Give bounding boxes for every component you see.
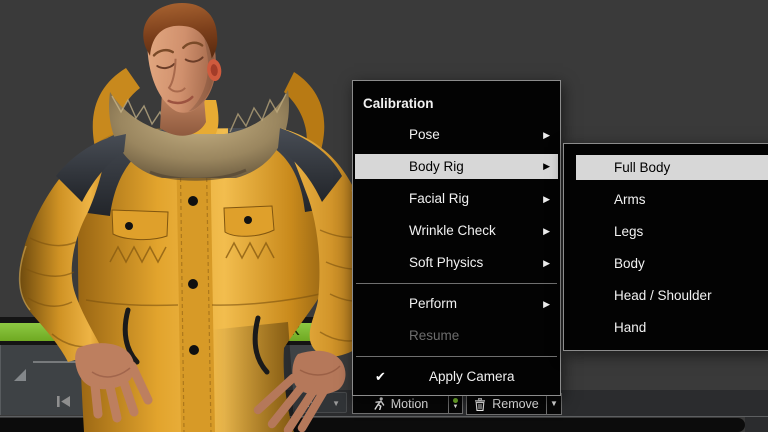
- skip-to-start-button[interactable]: [51, 393, 77, 409]
- corner-patch: [745, 417, 768, 432]
- submenu-arrow-icon: ▶: [543, 247, 550, 279]
- submenu-arrow-icon: ▶: [543, 119, 550, 151]
- chevron-down-icon: ▼: [332, 393, 340, 414]
- submenu-arrow-icon: ▶: [543, 288, 550, 320]
- submenu-item-head-shoulder[interactable]: Head / Shoulder: [564, 280, 768, 312]
- play-button[interactable]: [103, 393, 129, 409]
- motion-dropdown-button[interactable]: ▼: [448, 393, 463, 414]
- menu-item-resume: Resume: [353, 320, 560, 352]
- menu-separator: [356, 283, 557, 284]
- submenu-arrow-icon: ▶: [543, 215, 550, 247]
- timeline-scrubber[interactable]: [9, 349, 139, 391]
- chevron-down-icon: ▼: [550, 400, 558, 408]
- submenu-item-body[interactable]: Body: [564, 248, 768, 280]
- menu-item-soft-physics[interactable]: Soft Physics ▶: [353, 247, 560, 279]
- play-icon: [110, 394, 123, 408]
- motion-button-label: Motion: [391, 397, 429, 411]
- menu-item-apply-camera[interactable]: ✔ Apply Camera: [353, 361, 560, 393]
- motion-run-icon: [373, 397, 385, 410]
- menu-item-body-rig[interactable]: Body Rig ▶: [353, 151, 560, 183]
- rewind-icon: [85, 395, 103, 408]
- menu-item-wrinkle-check[interactable]: Wrinkle Check ▶: [353, 215, 560, 247]
- green-status-dot: [453, 398, 458, 403]
- menu-item-perform[interactable]: Perform ▶: [353, 288, 560, 320]
- timeline-clip[interactable]: :K: [0, 323, 352, 341]
- motion-button[interactable]: Motion: [352, 393, 449, 414]
- submenu-item-full-body[interactable]: Full Body: [576, 152, 768, 184]
- calibration-context-menu: Calibration Pose ▶ Body Rig ▶ Facial Rig…: [352, 80, 561, 396]
- check-icon: ✔: [375, 361, 386, 393]
- submenu-item-hand[interactable]: Hand: [564, 312, 768, 344]
- playback-speed-dropdown[interactable]: 1x ▼: [293, 392, 347, 413]
- timeline-track[interactable]: :K: [0, 317, 352, 345]
- skip-start-icon: [56, 395, 72, 408]
- remove-dropdown-button[interactable]: ▼: [546, 393, 562, 415]
- panel-divider: [0, 416, 768, 417]
- remove-button[interactable]: Remove: [466, 393, 547, 415]
- submenu-item-arms[interactable]: Arms: [564, 184, 768, 216]
- clip-label: :K: [287, 324, 300, 338]
- app-window: :K 1x ▼: [0, 0, 768, 432]
- speed-value: 1x: [303, 396, 316, 410]
- body-rig-submenu: Full Body Arms Legs Body Head / Shoulder…: [563, 143, 768, 351]
- menu-header: Calibration: [353, 89, 560, 119]
- submenu-arrow-icon: ▶: [543, 183, 550, 215]
- chevron-down-icon: ▼: [453, 404, 459, 410]
- menu-item-pose[interactable]: Pose ▶: [353, 119, 560, 151]
- bottom-black-bar: [0, 418, 745, 432]
- menu-separator: [356, 356, 557, 357]
- remove-button-label: Remove: [492, 397, 539, 411]
- playhead-marker: [14, 369, 26, 381]
- trash-icon: [474, 398, 486, 411]
- submenu-arrow-icon: ▶: [543, 154, 550, 179]
- submenu-item-legs[interactable]: Legs: [564, 216, 768, 248]
- menu-item-facial-rig[interactable]: Facial Rig ▶: [353, 183, 560, 215]
